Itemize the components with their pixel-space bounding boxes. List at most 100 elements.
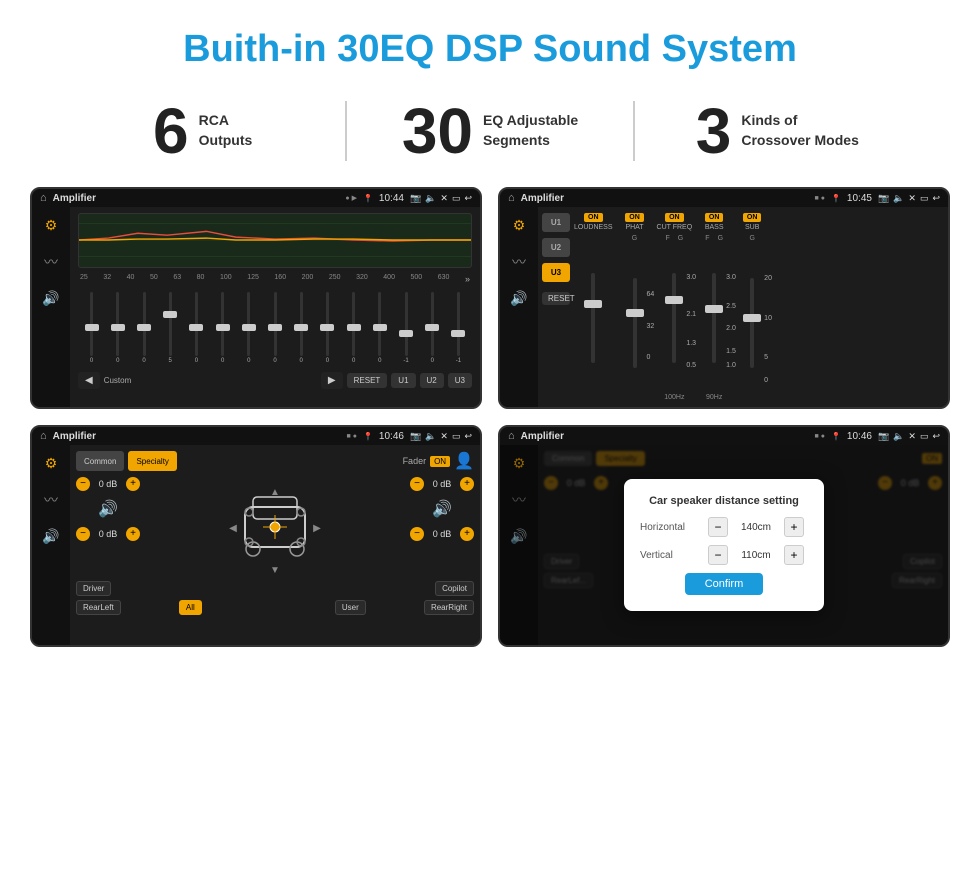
slider-12[interactable]: 0 bbox=[368, 292, 391, 364]
eq-freq-labels: 2532405063 80100125160200 25032040050063… bbox=[78, 274, 472, 284]
sub-slider[interactable]: 20 10 5 0 bbox=[750, 244, 754, 401]
preset-u3-btn[interactable]: U3 bbox=[542, 263, 570, 282]
distance-close-icon[interactable]: ✕ bbox=[908, 431, 916, 442]
fader-close-icon[interactable]: ✕ bbox=[440, 431, 448, 442]
rear-right-btn[interactable]: RearRight bbox=[424, 600, 474, 615]
crossover-main: U1 U2 U3 RESET ON LOUDNESS bbox=[538, 207, 948, 407]
cutfreq-slider[interactable]: 3.0 2.1 1.3 0.5 bbox=[672, 244, 676, 392]
stat-eq-label: EQ AdjustableSegments bbox=[483, 111, 578, 150]
eq-sidebar-wave[interactable]: 〰 bbox=[44, 252, 58, 272]
horizontal-minus-btn[interactable]: − bbox=[708, 517, 728, 537]
eq-status-icons: 📷 🔈 ✕ ▭ ↩ bbox=[410, 193, 472, 204]
distance-home-icon[interactable]: ⌂ bbox=[508, 430, 515, 442]
fader-sidebar-tune[interactable]: ⚙ bbox=[45, 455, 58, 472]
fader-main-content: Common Specialty Fader ON 👤 − 0 dB + bbox=[70, 445, 480, 645]
home-icon[interactable]: ⌂ bbox=[40, 192, 47, 204]
crossover-close-icon[interactable]: ✕ bbox=[908, 193, 916, 204]
slider-6[interactable]: 0 bbox=[211, 292, 234, 364]
copilot-btn[interactable]: Copilot bbox=[435, 581, 474, 596]
fader-screen: ⌂ Amplifier ■ ● 📍 10:46 📷 🔈 ✕ ▭ ↩ ⚙ 〰 🔊 … bbox=[30, 425, 482, 647]
eq-sidebar-speaker[interactable]: 🔊 bbox=[42, 290, 59, 307]
crossover-sidebar-wave[interactable]: 〰 bbox=[512, 252, 526, 272]
crossover-back-icon[interactable]: ↩ bbox=[932, 193, 940, 204]
fader-left-controls: − 0 dB + 🔊 − 0 dB + bbox=[76, 477, 140, 541]
slider-13[interactable]: -1 bbox=[394, 292, 417, 364]
eq-sidebar-tune[interactable]: ⚙ bbox=[45, 217, 58, 234]
fader-sidebar-speaker[interactable]: 🔊 bbox=[42, 528, 59, 545]
slider-15[interactable]: -1 bbox=[447, 292, 470, 364]
cutfreq-on-badge: ON bbox=[665, 213, 684, 222]
fader-rear-labels: RearLeft All - User RearRight bbox=[76, 600, 474, 615]
slider-7[interactable]: 0 bbox=[237, 292, 260, 364]
fader-top-right-plus[interactable]: + bbox=[460, 477, 474, 491]
crossover-sidebar-tune[interactable]: ⚙ bbox=[513, 217, 526, 234]
fader-common-tab[interactable]: Common bbox=[76, 451, 124, 471]
phat-label: PHAT bbox=[625, 224, 643, 231]
loudness-label: LOUDNESS bbox=[574, 224, 613, 231]
eq-u3-btn[interactable]: U3 bbox=[448, 373, 472, 388]
fader-back-icon[interactable]: ↩ bbox=[464, 431, 472, 442]
distance-time: 10:46 bbox=[847, 431, 872, 442]
eq-preset-label: Custom bbox=[104, 376, 132, 385]
crossover-reset-btn[interactable]: RESET bbox=[542, 292, 570, 305]
eq-main-content: 2532405063 80100125160200 25032040050063… bbox=[70, 207, 480, 407]
eq-time: 10:44 bbox=[379, 193, 404, 204]
fader-bottom-right-minus[interactable]: − bbox=[410, 527, 424, 541]
slider-11[interactable]: 0 bbox=[342, 292, 365, 364]
horizontal-plus-btn[interactable]: + bbox=[784, 517, 804, 537]
back-icon[interactable]: ↩ bbox=[464, 193, 472, 204]
fader-home-icon[interactable]: ⌂ bbox=[40, 430, 47, 442]
stat-eq: 30 EQ AdjustableSegments bbox=[347, 99, 632, 163]
close-icon[interactable]: ✕ bbox=[440, 193, 448, 204]
eq-sidebar: ⚙ 〰 🔊 bbox=[32, 207, 70, 407]
fader-specialty-tab[interactable]: Specialty bbox=[128, 451, 176, 471]
cutfreq-sublabels: FG bbox=[665, 235, 683, 242]
crossover-screen: ⌂ Amplifier ■ ● 📍 10:45 📷 🔈 ✕ ▭ ↩ ⚙ 〰 🔊 … bbox=[498, 187, 950, 409]
slider-8[interactable]: 0 bbox=[263, 292, 286, 364]
vertical-plus-btn[interactable]: + bbox=[784, 545, 804, 565]
all-btn[interactable]: All bbox=[179, 600, 202, 615]
preset-u1-btn[interactable]: U1 bbox=[542, 213, 570, 232]
fader-top-right-value: 0 dB bbox=[428, 479, 456, 489]
crossover-camera-icon: 📷 bbox=[878, 193, 889, 204]
bass-slider[interactable]: 3.0 2.5 2.0 1.5 1.0 bbox=[712, 244, 716, 392]
driver-btn[interactable]: Driver bbox=[76, 581, 111, 596]
fader-bottom-left-minus[interactable]: − bbox=[76, 527, 90, 541]
crossover-home-icon[interactable]: ⌂ bbox=[508, 192, 515, 204]
eq-prev-btn[interactable]: ◀ bbox=[78, 372, 100, 389]
fader-sidebar-wave[interactable]: 〰 bbox=[44, 490, 58, 510]
crossover-sidebar-speaker[interactable]: 🔊 bbox=[510, 290, 527, 307]
slider-4[interactable]: 5 bbox=[159, 292, 182, 364]
fader-bottom-right-plus[interactable]: + bbox=[460, 527, 474, 541]
distance-modal: Car speaker distance setting Horizontal … bbox=[624, 479, 824, 611]
slider-10[interactable]: 0 bbox=[316, 292, 339, 364]
preset-u2-btn[interactable]: U2 bbox=[542, 238, 570, 257]
slider-9[interactable]: 0 bbox=[290, 292, 313, 364]
camera-icon: 📷 bbox=[410, 193, 421, 204]
user-btn[interactable]: User bbox=[335, 600, 366, 615]
distance-back-icon[interactable]: ↩ bbox=[932, 431, 940, 442]
eq-u1-btn[interactable]: U1 bbox=[391, 373, 415, 388]
vertical-label: Vertical bbox=[640, 550, 700, 561]
fader-top-left-minus[interactable]: − bbox=[76, 477, 90, 491]
slider-14[interactable]: 0 bbox=[421, 292, 444, 364]
fader-top-left-plus[interactable]: + bbox=[126, 477, 140, 491]
fader-bottom-left-plus[interactable]: + bbox=[126, 527, 140, 541]
slider-5[interactable]: 0 bbox=[185, 292, 208, 364]
vertical-minus-btn[interactable]: − bbox=[708, 545, 728, 565]
rear-left-btn[interactable]: RearLeft bbox=[76, 600, 121, 615]
eq-next-btn[interactable]: ▶ bbox=[321, 372, 343, 389]
confirm-btn[interactable]: Confirm bbox=[685, 573, 764, 595]
eq-u2-btn[interactable]: U2 bbox=[420, 373, 444, 388]
loudness-slider[interactable] bbox=[591, 235, 595, 401]
slider-2[interactable]: 0 bbox=[106, 292, 129, 364]
slider-1[interactable]: 0 bbox=[80, 292, 103, 364]
distance-pin: 📍 bbox=[831, 432, 841, 441]
fader-top-right-minus[interactable]: − bbox=[410, 477, 424, 491]
sub-on-badge: ON bbox=[743, 213, 762, 222]
phat-slider[interactable]: 64 32 0 bbox=[633, 244, 637, 401]
slider-3[interactable]: 0 bbox=[132, 292, 155, 364]
fader-person-icon[interactable]: 👤 bbox=[454, 451, 474, 471]
eq-reset-btn[interactable]: RESET bbox=[347, 373, 388, 388]
bass-freq-label: 90Hz bbox=[706, 394, 722, 401]
